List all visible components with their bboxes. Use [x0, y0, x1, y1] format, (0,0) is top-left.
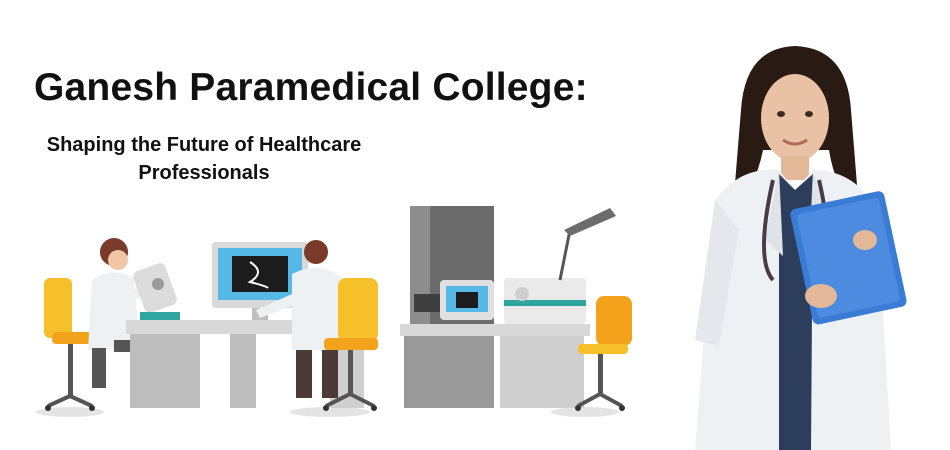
doctor-holding-folder-icon: [695, 46, 907, 450]
subtitle-line-1: Shaping the Future of Healthcare: [46, 134, 362, 156]
page-title: Ganesh Paramedical College:: [34, 66, 588, 109]
laboratory-illustration-icon: [36, 206, 632, 417]
hero-banner: Ganesh Paramedical College: Shaping the …: [0, 0, 950, 450]
desk-right: [400, 324, 590, 408]
subtitle-line-2: Professionals: [138, 162, 270, 184]
desk-lamp: [558, 208, 616, 281]
lab-machine: [504, 278, 586, 324]
analyzer-device: [440, 280, 494, 320]
chair-left: [44, 278, 95, 411]
microscope: [133, 263, 180, 320]
page-subtitle: Shaping the Future of Healthcare Profess…: [30, 131, 378, 187]
